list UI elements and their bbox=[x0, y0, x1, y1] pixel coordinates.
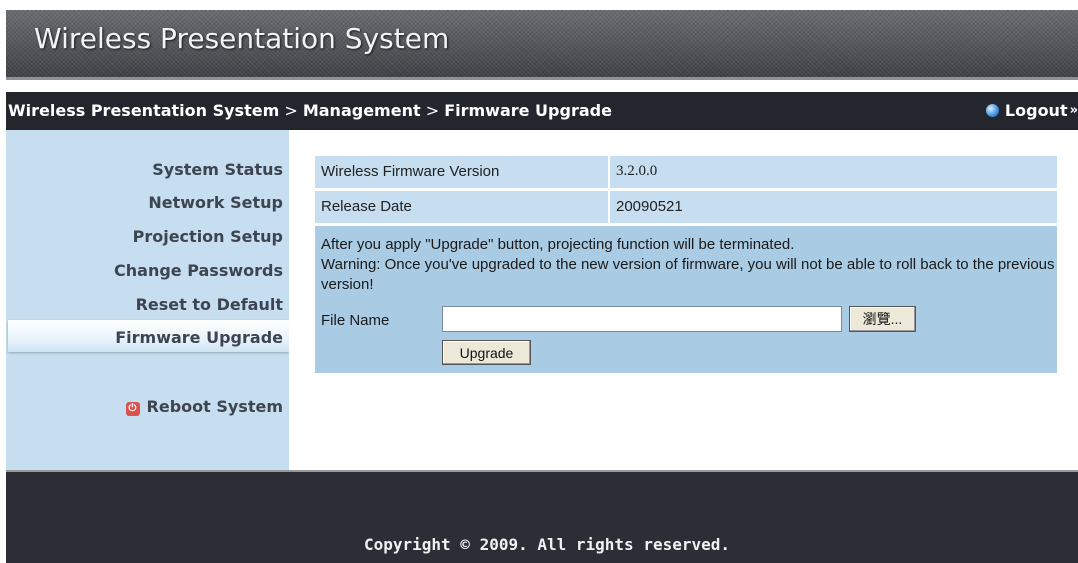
breadcrumb-current-page: Firmware Upgrade bbox=[444, 101, 612, 120]
sidebar: System Status Network Setup Projection S… bbox=[6, 130, 289, 470]
double-chevron-right-icon: » bbox=[1069, 103, 1078, 118]
sidebar-item-reset-to-default[interactable]: Reset to Default bbox=[136, 295, 283, 314]
app-title: Wireless Presentation System bbox=[34, 22, 450, 55]
upgrade-note-line: After you apply "Upgrade" button, projec… bbox=[321, 236, 795, 253]
upgrade-note: After you apply "Upgrade" button, projec… bbox=[321, 235, 1056, 295]
globe-icon bbox=[985, 104, 999, 117]
upgrade-button[interactable]: Upgrade bbox=[442, 340, 531, 365]
upgrade-panel: After you apply "Upgrade" button, projec… bbox=[315, 226, 1057, 373]
browse-button[interactable]: 瀏覽... bbox=[849, 306, 916, 332]
logout-link[interactable]: Logout » bbox=[985, 101, 1078, 120]
breadcrumb-bar: Wireless Presentation System > Managemen… bbox=[6, 92, 1078, 130]
main-content: Wireless Firmware Version 3.2.0.0 Releas… bbox=[289, 130, 1078, 470]
sidebar-item-network-setup[interactable]: Network Setup bbox=[148, 193, 283, 212]
reboot-label: Reboot System bbox=[146, 397, 283, 416]
sidebar-item-reboot-system[interactable]: ⏻ Reboot System bbox=[125, 397, 283, 416]
breadcrumb-separator: > bbox=[420, 101, 445, 120]
footer: Copyright © 2009. All rights reserved. bbox=[6, 470, 1078, 563]
header-banner: Wireless Presentation System bbox=[6, 10, 1078, 80]
firmware-version-value: 3.2.0.0 bbox=[610, 156, 1057, 188]
copyright-text: Copyright © 2009. All rights reserved. bbox=[363, 535, 731, 554]
release-date-value: 20090521 bbox=[610, 191, 1057, 223]
sidebar-item-system-status[interactable]: System Status bbox=[152, 160, 283, 179]
logout-label: Logout bbox=[1004, 101, 1068, 120]
upgrade-warning: Warning: Once you've upgraded to the new… bbox=[321, 256, 1055, 293]
breadcrumb-separator: > bbox=[279, 101, 303, 120]
breadcrumb: Wireless Presentation System > Managemen… bbox=[8, 101, 612, 120]
sidebar-item-change-passwords[interactable]: Change Passwords bbox=[114, 261, 283, 280]
release-date-label: Release Date bbox=[315, 191, 608, 223]
breadcrumb-root: Wireless Presentation System bbox=[8, 101, 280, 120]
file-name-label: File Name bbox=[321, 312, 390, 329]
firmware-version-label: Wireless Firmware Version bbox=[315, 156, 608, 188]
sidebar-item-firmware-upgrade[interactable]: Firmware Upgrade bbox=[115, 328, 283, 347]
power-icon: ⏻ bbox=[125, 402, 140, 416]
breadcrumb-section: Management bbox=[302, 101, 421, 120]
file-name-input[interactable] bbox=[442, 306, 842, 332]
sidebar-item-projection-setup[interactable]: Projection Setup bbox=[133, 227, 283, 246]
